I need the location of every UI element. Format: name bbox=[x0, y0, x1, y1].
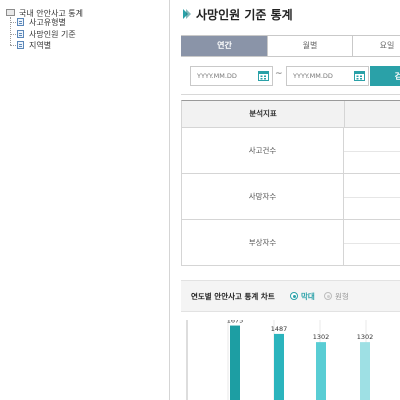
tree-item-death-basis[interactable]: 사망인원 기준 bbox=[29, 29, 76, 40]
chart-section: 연도별 안안사고 통계 차트 막대 원형 1675 1487 1302 1302 bbox=[181, 280, 400, 400]
column-header-indicator: 분석지표 bbox=[182, 101, 345, 127]
row-label-injuries: 부상자수 bbox=[181, 220, 344, 266]
chart-bar[interactable] bbox=[360, 342, 370, 400]
tab-monthly[interactable]: 월별 bbox=[267, 36, 352, 56]
table-cell-divider bbox=[344, 243, 400, 244]
bar-value-label: 1675 bbox=[227, 320, 244, 325]
date-range-separator: ~ bbox=[275, 69, 283, 79]
tree-item-accident-type[interactable]: 사고유형별 bbox=[29, 17, 66, 28]
tab-yearly[interactable]: 연간 bbox=[181, 36, 267, 56]
table-cell-divider bbox=[344, 151, 400, 152]
tab-weekday[interactable]: 요일 bbox=[352, 36, 400, 56]
radio-pie-chart-label[interactable]: 원형 bbox=[335, 291, 349, 302]
tree-sidebar: 국내 안안사고 통계 사고유형별 사망인원 기준 지역별 bbox=[0, 0, 170, 400]
chart-bar[interactable] bbox=[274, 333, 284, 400]
tree-connector bbox=[10, 45, 16, 46]
divider bbox=[181, 94, 400, 95]
radio-bar-chart-label[interactable]: 막대 bbox=[301, 291, 315, 302]
tree-connector bbox=[10, 22, 16, 23]
tree-item-region[interactable]: 지역별 bbox=[29, 40, 51, 51]
bar-value-label: 1302 bbox=[313, 333, 330, 341]
radio-pie-chart[interactable] bbox=[324, 292, 332, 300]
calendar-icon[interactable] bbox=[258, 70, 269, 81]
bar-value-label: 1487 bbox=[271, 325, 288, 333]
period-tabs: 연간 월별 요일 bbox=[181, 35, 400, 57]
document-icon bbox=[17, 30, 24, 38]
search-button[interactable]: 검색 bbox=[370, 66, 400, 86]
bar-chart: 1675 1487 1302 1302 bbox=[186, 320, 374, 400]
row-label-deaths: 사망자수 bbox=[181, 174, 344, 220]
row-label-accidents: 사고건수 bbox=[181, 128, 344, 174]
chart-title: 연도별 안안사고 통계 차트 bbox=[191, 292, 275, 301]
chart-bar[interactable] bbox=[316, 342, 326, 400]
page-title: 사망인원 기준 통계 bbox=[196, 8, 293, 22]
table-header-row: 분석지표 bbox=[181, 100, 400, 128]
radio-bar-chart[interactable] bbox=[290, 292, 298, 300]
document-icon bbox=[17, 18, 24, 26]
chevron-right-icon bbox=[183, 9, 191, 19]
tree-connector bbox=[10, 34, 16, 35]
chart-bar[interactable] bbox=[230, 325, 240, 400]
main-content: 사망인원 기준 통계 연간 월별 요일 ~ 검색 분석지표 사고건수 사망자수 bbox=[170, 0, 400, 400]
stats-table: 분석지표 사고건수 사망자수 부상자수 bbox=[181, 100, 400, 266]
calendar-icon[interactable] bbox=[354, 70, 365, 81]
bar-value-label: 1302 bbox=[357, 333, 374, 341]
table-cell-divider bbox=[344, 197, 400, 198]
document-icon bbox=[17, 41, 24, 49]
folder-icon bbox=[6, 9, 15, 16]
